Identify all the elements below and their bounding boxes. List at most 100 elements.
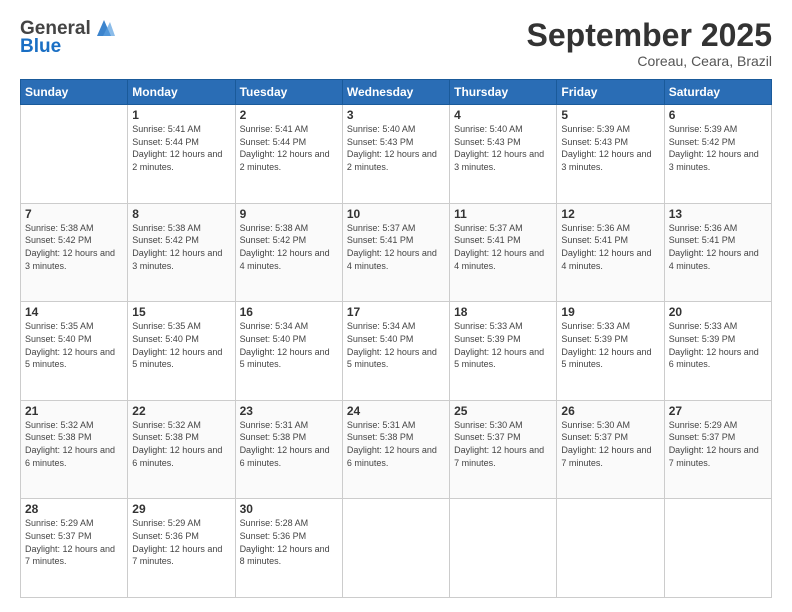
logo-icon (93, 18, 115, 38)
day-number: 9 (240, 207, 338, 221)
day-info: Sunrise: 5:33 AMSunset: 5:39 PMDaylight:… (561, 320, 659, 370)
col-saturday: Saturday (664, 80, 771, 105)
day-number: 22 (132, 404, 230, 418)
day-number: 20 (669, 305, 767, 319)
calendar-cell: 4Sunrise: 5:40 AMSunset: 5:43 PMDaylight… (450, 105, 557, 204)
calendar-cell (21, 105, 128, 204)
day-info: Sunrise: 5:34 AMSunset: 5:40 PMDaylight:… (240, 320, 338, 370)
day-number: 26 (561, 404, 659, 418)
day-info: Sunrise: 5:39 AMSunset: 5:43 PMDaylight:… (561, 123, 659, 173)
day-info: Sunrise: 5:38 AMSunset: 5:42 PMDaylight:… (132, 222, 230, 272)
header: General Blue September 2025 Coreau, Cear… (20, 18, 772, 69)
day-info: Sunrise: 5:36 AMSunset: 5:41 PMDaylight:… (561, 222, 659, 272)
calendar-cell: 18Sunrise: 5:33 AMSunset: 5:39 PMDayligh… (450, 302, 557, 401)
day-info: Sunrise: 5:38 AMSunset: 5:42 PMDaylight:… (25, 222, 123, 272)
calendar-cell: 23Sunrise: 5:31 AMSunset: 5:38 PMDayligh… (235, 400, 342, 499)
col-friday: Friday (557, 80, 664, 105)
day-number: 29 (132, 502, 230, 516)
day-info: Sunrise: 5:40 AMSunset: 5:43 PMDaylight:… (454, 123, 552, 173)
day-number: 4 (454, 108, 552, 122)
calendar-cell: 9Sunrise: 5:38 AMSunset: 5:42 PMDaylight… (235, 203, 342, 302)
day-info: Sunrise: 5:31 AMSunset: 5:38 PMDaylight:… (240, 419, 338, 469)
calendar-cell: 21Sunrise: 5:32 AMSunset: 5:38 PMDayligh… (21, 400, 128, 499)
day-info: Sunrise: 5:31 AMSunset: 5:38 PMDaylight:… (347, 419, 445, 469)
day-info: Sunrise: 5:32 AMSunset: 5:38 PMDaylight:… (25, 419, 123, 469)
calendar-cell: 29Sunrise: 5:29 AMSunset: 5:36 PMDayligh… (128, 499, 235, 598)
month-title: September 2025 (527, 18, 772, 53)
calendar-week-row: 21Sunrise: 5:32 AMSunset: 5:38 PMDayligh… (21, 400, 772, 499)
calendar-cell (664, 499, 771, 598)
day-number: 17 (347, 305, 445, 319)
calendar-cell: 13Sunrise: 5:36 AMSunset: 5:41 PMDayligh… (664, 203, 771, 302)
day-number: 23 (240, 404, 338, 418)
calendar-header-row: Sunday Monday Tuesday Wednesday Thursday… (21, 80, 772, 105)
day-info: Sunrise: 5:38 AMSunset: 5:42 PMDaylight:… (240, 222, 338, 272)
day-info: Sunrise: 5:29 AMSunset: 5:36 PMDaylight:… (132, 517, 230, 567)
calendar-cell: 17Sunrise: 5:34 AMSunset: 5:40 PMDayligh… (342, 302, 449, 401)
day-number: 21 (25, 404, 123, 418)
day-info: Sunrise: 5:35 AMSunset: 5:40 PMDaylight:… (132, 320, 230, 370)
calendar-cell: 30Sunrise: 5:28 AMSunset: 5:36 PMDayligh… (235, 499, 342, 598)
calendar-cell: 24Sunrise: 5:31 AMSunset: 5:38 PMDayligh… (342, 400, 449, 499)
day-number: 8 (132, 207, 230, 221)
calendar-cell: 7Sunrise: 5:38 AMSunset: 5:42 PMDaylight… (21, 203, 128, 302)
day-number: 2 (240, 108, 338, 122)
day-info: Sunrise: 5:41 AMSunset: 5:44 PMDaylight:… (240, 123, 338, 173)
calendar-week-row: 1Sunrise: 5:41 AMSunset: 5:44 PMDaylight… (21, 105, 772, 204)
calendar-cell: 14Sunrise: 5:35 AMSunset: 5:40 PMDayligh… (21, 302, 128, 401)
calendar-cell: 26Sunrise: 5:30 AMSunset: 5:37 PMDayligh… (557, 400, 664, 499)
calendar-cell: 19Sunrise: 5:33 AMSunset: 5:39 PMDayligh… (557, 302, 664, 401)
calendar-cell: 20Sunrise: 5:33 AMSunset: 5:39 PMDayligh… (664, 302, 771, 401)
calendar-table: Sunday Monday Tuesday Wednesday Thursday… (20, 79, 772, 598)
calendar-cell: 28Sunrise: 5:29 AMSunset: 5:37 PMDayligh… (21, 499, 128, 598)
day-number: 12 (561, 207, 659, 221)
day-number: 14 (25, 305, 123, 319)
calendar-week-row: 7Sunrise: 5:38 AMSunset: 5:42 PMDaylight… (21, 203, 772, 302)
day-number: 10 (347, 207, 445, 221)
calendar-cell: 2Sunrise: 5:41 AMSunset: 5:44 PMDaylight… (235, 105, 342, 204)
day-info: Sunrise: 5:29 AMSunset: 5:37 PMDaylight:… (669, 419, 767, 469)
calendar-cell: 8Sunrise: 5:38 AMSunset: 5:42 PMDaylight… (128, 203, 235, 302)
day-info: Sunrise: 5:28 AMSunset: 5:36 PMDaylight:… (240, 517, 338, 567)
calendar-cell: 12Sunrise: 5:36 AMSunset: 5:41 PMDayligh… (557, 203, 664, 302)
page: General Blue September 2025 Coreau, Cear… (0, 0, 792, 612)
calendar-cell: 16Sunrise: 5:34 AMSunset: 5:40 PMDayligh… (235, 302, 342, 401)
calendar-cell: 1Sunrise: 5:41 AMSunset: 5:44 PMDaylight… (128, 105, 235, 204)
day-number: 24 (347, 404, 445, 418)
day-number: 5 (561, 108, 659, 122)
calendar-cell (450, 499, 557, 598)
day-info: Sunrise: 5:30 AMSunset: 5:37 PMDaylight:… (561, 419, 659, 469)
col-wednesday: Wednesday (342, 80, 449, 105)
day-info: Sunrise: 5:39 AMSunset: 5:42 PMDaylight:… (669, 123, 767, 173)
col-tuesday: Tuesday (235, 80, 342, 105)
day-number: 3 (347, 108, 445, 122)
day-number: 19 (561, 305, 659, 319)
calendar-cell: 11Sunrise: 5:37 AMSunset: 5:41 PMDayligh… (450, 203, 557, 302)
day-number: 7 (25, 207, 123, 221)
location: Coreau, Ceara, Brazil (527, 53, 772, 69)
col-thursday: Thursday (450, 80, 557, 105)
title-block: September 2025 Coreau, Ceara, Brazil (527, 18, 772, 69)
day-number: 15 (132, 305, 230, 319)
col-monday: Monday (128, 80, 235, 105)
day-info: Sunrise: 5:35 AMSunset: 5:40 PMDaylight:… (25, 320, 123, 370)
day-info: Sunrise: 5:37 AMSunset: 5:41 PMDaylight:… (454, 222, 552, 272)
day-info: Sunrise: 5:37 AMSunset: 5:41 PMDaylight:… (347, 222, 445, 272)
calendar-cell (342, 499, 449, 598)
day-info: Sunrise: 5:30 AMSunset: 5:37 PMDaylight:… (454, 419, 552, 469)
calendar-cell: 22Sunrise: 5:32 AMSunset: 5:38 PMDayligh… (128, 400, 235, 499)
day-number: 13 (669, 207, 767, 221)
day-info: Sunrise: 5:29 AMSunset: 5:37 PMDaylight:… (25, 517, 123, 567)
day-info: Sunrise: 5:41 AMSunset: 5:44 PMDaylight:… (132, 123, 230, 173)
calendar-cell (557, 499, 664, 598)
day-info: Sunrise: 5:36 AMSunset: 5:41 PMDaylight:… (669, 222, 767, 272)
day-info: Sunrise: 5:40 AMSunset: 5:43 PMDaylight:… (347, 123, 445, 173)
calendar-week-row: 14Sunrise: 5:35 AMSunset: 5:40 PMDayligh… (21, 302, 772, 401)
day-number: 25 (454, 404, 552, 418)
calendar-cell: 5Sunrise: 5:39 AMSunset: 5:43 PMDaylight… (557, 105, 664, 204)
day-number: 1 (132, 108, 230, 122)
calendar-cell: 15Sunrise: 5:35 AMSunset: 5:40 PMDayligh… (128, 302, 235, 401)
day-number: 6 (669, 108, 767, 122)
calendar-cell: 10Sunrise: 5:37 AMSunset: 5:41 PMDayligh… (342, 203, 449, 302)
day-number: 30 (240, 502, 338, 516)
